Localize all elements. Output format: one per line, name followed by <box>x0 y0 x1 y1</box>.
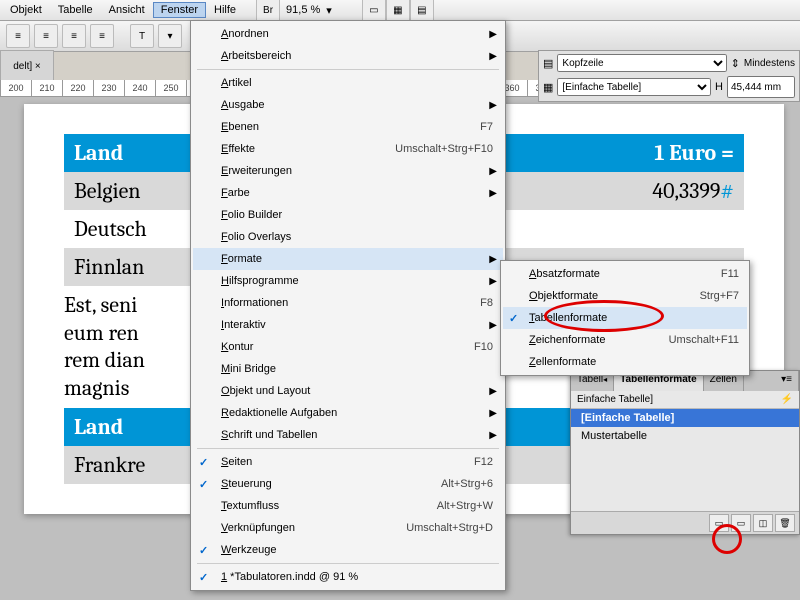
style-list-item[interactable]: [Einfache Tabelle] <box>571 409 799 427</box>
menu-item[interactable]: Artikel <box>193 72 503 94</box>
menu-item[interactable]: EffekteUmschalt+Strg+F10 <box>193 138 503 160</box>
menu-item[interactable]: Farbe▶ <box>193 182 503 204</box>
row-height-input[interactable] <box>727 76 795 98</box>
menu-item[interactable]: Anordnen▶ <box>193 23 503 45</box>
screen-mode-icon[interactable]: ▭ <box>362 0 386 22</box>
menu-item[interactable]: TextumflussAlt+Strg+W <box>193 495 503 517</box>
align-right-icon[interactable]: ≡ <box>62 24 86 48</box>
panel-button-2[interactable]: ▭ <box>731 514 751 532</box>
menu-item[interactable]: Schrift und Tabellen▶ <box>193 424 503 446</box>
submenu-item[interactable]: ✓Tabellenformate <box>503 307 747 329</box>
bridge-button[interactable]: Br <box>256 0 280 22</box>
menu-item[interactable]: Interaktiv▶ <box>193 314 503 336</box>
zoom-dropdown-icon[interactable]: ▾ <box>326 4 332 17</box>
menu-item[interactable]: Ausgabe▶ <box>193 94 503 116</box>
menu-item[interactable]: KonturF10 <box>193 336 503 358</box>
style-list-item[interactable]: Mustertabelle <box>571 427 799 445</box>
menu-tabelle[interactable]: Tabelle <box>50 2 101 18</box>
formate-submenu: AbsatzformateF11ObjektformateStrg+F7✓Tab… <box>500 260 750 376</box>
panel-button-1[interactable]: ▭ <box>709 514 729 532</box>
align-center-icon[interactable]: ≡ <box>34 24 58 48</box>
current-style-label: Einfache Tabelle] <box>577 394 653 405</box>
menu-item[interactable]: Erweiterungen▶ <box>193 160 503 182</box>
menu-item[interactable]: ✓Werkzeuge <box>193 539 503 561</box>
menu-item[interactable]: EbenenF7 <box>193 116 503 138</box>
menu-item[interactable]: ✓SeitenF12 <box>193 451 503 473</box>
menu-item[interactable]: ✓SteuerungAlt+Strg+6 <box>193 473 503 495</box>
document-tab[interactable]: delt] × <box>0 50 54 82</box>
height-mode-icon: ⇕ <box>731 57 740 70</box>
menu-item[interactable]: InformationenF8 <box>193 292 503 314</box>
align-justify-icon[interactable]: ≡ <box>90 24 114 48</box>
menu-item[interactable]: Formate▶ <box>193 248 503 270</box>
menu-item[interactable]: VerknüpfungenUmschalt+Strg+D <box>193 517 503 539</box>
submenu-item[interactable]: Zellenformate <box>503 351 747 373</box>
menu-hilfe[interactable]: Hilfe <box>206 2 244 18</box>
submenu-item[interactable]: ZeichenformateUmschalt+F11 <box>503 329 747 351</box>
menu-item[interactable]: Mini Bridge <box>193 358 503 380</box>
menu-item[interactable]: Redaktionelle Aufgaben▶ <box>193 402 503 424</box>
menu-item[interactable]: Folio Overlays <box>193 226 503 248</box>
arrange-icon[interactable]: ▦ <box>386 0 410 22</box>
text-orientation-icon[interactable]: T <box>130 24 154 48</box>
table-style-select[interactable]: [Einfache Tabelle] <box>557 78 711 96</box>
row-type-select[interactable]: Kopfzeile <box>557 54 726 72</box>
align-left-icon[interactable]: ≡ <box>6 24 30 48</box>
height-mode-label: Mindestens <box>744 58 795 69</box>
menu-objekt[interactable]: Objekt <box>2 2 50 18</box>
override-bolt-icon[interactable]: ⚡ <box>781 394 793 405</box>
menu-item[interactable]: ✓1 *Tabulatoren.indd @ 91 % <box>193 566 503 588</box>
height-icon: H <box>715 81 723 93</box>
menu-item[interactable]: Folio Builder <box>193 204 503 226</box>
menu-item[interactable]: Hilfsprogramme▶ <box>193 270 503 292</box>
fenster-menu: Anordnen▶Arbeitsbereich▶ArtikelAusgabe▶E… <box>190 20 506 591</box>
delete-style-button[interactable]: 🗑 <box>775 514 795 532</box>
view-options-icon[interactable]: ▤ <box>410 0 434 22</box>
cell-options-icon[interactable]: ▾ <box>158 24 182 48</box>
menu-ansicht[interactable]: Ansicht <box>101 2 153 18</box>
menubar: Objekt Tabelle Ansicht Fenster Hilfe Br … <box>0 0 800 21</box>
row-type-icon: ▤ <box>543 57 553 70</box>
menu-item[interactable]: Arbeitsbereich▶ <box>193 45 503 67</box>
new-style-button[interactable]: ◫ <box>753 514 773 532</box>
tabellenformate-panel: Tabell◂ Tabellenformate Zellen ▾≡ Einfac… <box>570 370 800 535</box>
zoom-level[interactable]: 91,5 % <box>280 4 326 16</box>
panel-menu-icon[interactable]: ▾≡ <box>775 371 799 391</box>
submenu-item[interactable]: AbsatzformateF11 <box>503 263 747 285</box>
menu-item[interactable]: Objekt und Layout▶ <box>193 380 503 402</box>
submenu-item[interactable]: ObjektformateStrg+F7 <box>503 285 747 307</box>
table-style-icon: ▦ <box>543 81 553 94</box>
table-options-panel: ▤ Kopfzeile ⇕ Mindestens ▦ [Einfache Tab… <box>538 50 800 102</box>
menu-fenster[interactable]: Fenster <box>153 2 206 18</box>
